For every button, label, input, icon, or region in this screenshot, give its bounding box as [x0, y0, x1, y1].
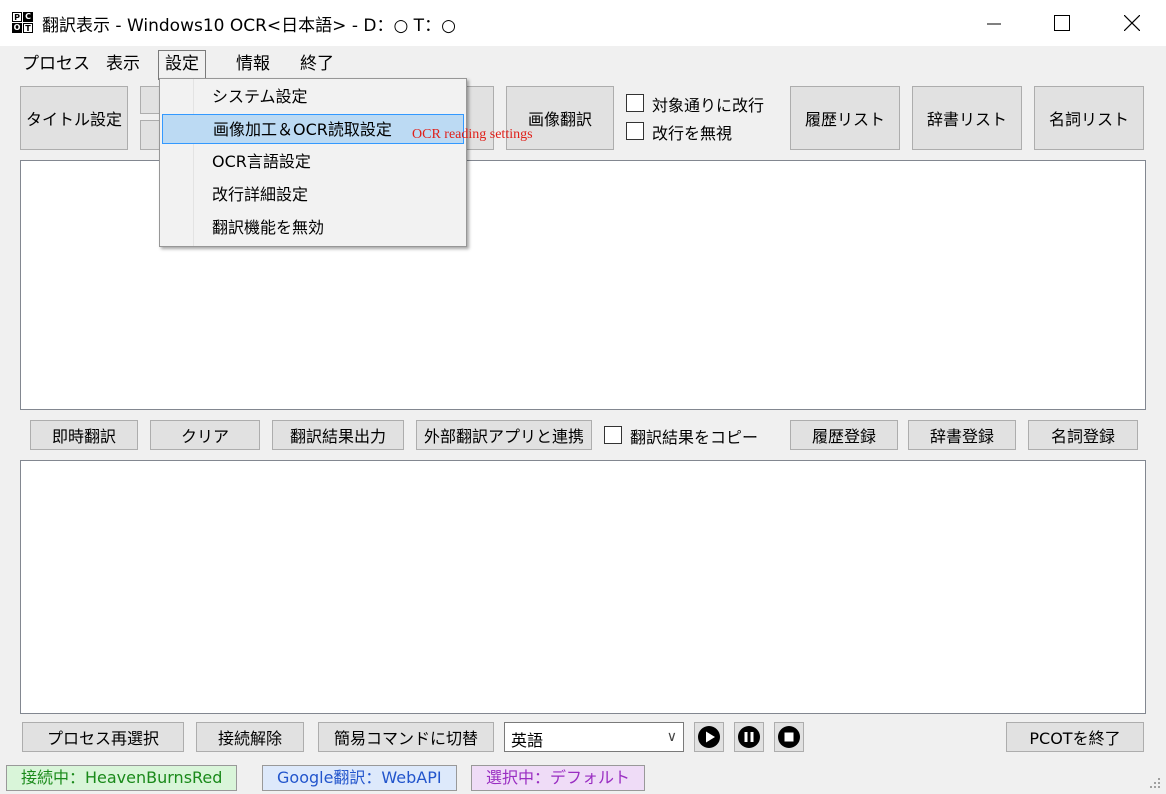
- menu-info[interactable]: 情報: [230, 52, 276, 78]
- ocr-settings-tooltip: OCR reading settings: [412, 127, 533, 142]
- reselect-process-button[interactable]: プロセス再選択: [22, 722, 184, 752]
- menu-settings[interactable]: 設定: [158, 50, 206, 80]
- maximize-icon: [1054, 15, 1070, 31]
- title-settings-button[interactable]: タイトル設定: [20, 86, 128, 150]
- menu-bar: プロセス 表示 設定 情報 終了: [0, 46, 1166, 80]
- app-icon-letter-t: T: [23, 23, 33, 33]
- language-select-value: 英語: [511, 731, 544, 750]
- minimize-icon: [987, 23, 1001, 25]
- linebreak-as-target-label: 対象通りに改行: [652, 96, 765, 115]
- app-icon: P C O T: [12, 12, 34, 34]
- output-result-button[interactable]: 翻訳結果出力: [272, 420, 404, 450]
- noun-list-button[interactable]: 名詞リスト: [1034, 86, 1144, 150]
- register-noun-button[interactable]: 名詞登録: [1028, 420, 1138, 450]
- translation-result-area[interactable]: [20, 460, 1146, 714]
- chevron-down-icon: ∨: [666, 729, 677, 745]
- exit-pcot-button[interactable]: PCOTを終了: [1006, 722, 1144, 752]
- history-list-button[interactable]: 履歴リスト: [790, 86, 900, 150]
- status-translator: Google翻訳：WebAPI: [262, 765, 457, 791]
- pause-button[interactable]: [734, 722, 764, 752]
- pause-icon: [738, 726, 760, 748]
- app-icon-letter-c: C: [23, 12, 33, 22]
- close-icon: [1124, 15, 1140, 31]
- menu-item-system-settings[interactable]: システム設定: [162, 82, 464, 112]
- menu-item-disable-translation[interactable]: 翻訳機能を無効: [162, 213, 464, 243]
- register-history-button[interactable]: 履歴登録: [790, 420, 898, 450]
- minimize-button[interactable]: [960, 0, 1028, 46]
- app-icon-letter-o: O: [12, 23, 22, 33]
- title-bar: P C O T 翻訳表示 - Windows10 OCR<日本語> - D：○ …: [0, 0, 1166, 46]
- settings-dropdown-menu: システム設定 画像加工＆OCR読取設定 OCR言語設定 改行詳細設定 翻訳機能を…: [159, 78, 467, 247]
- play-icon: [698, 726, 720, 748]
- status-selection: 選択中：デフォルト: [471, 765, 646, 791]
- instant-translate-button[interactable]: 即時翻訳: [30, 420, 138, 450]
- disconnect-button[interactable]: 接続解除: [196, 722, 304, 752]
- menu-item-ocr-language-settings[interactable]: OCR言語設定: [162, 147, 464, 177]
- ignore-linebreak-label: 改行を無視: [652, 124, 733, 143]
- menu-exit[interactable]: 終了: [294, 52, 340, 78]
- ignore-linebreak-checkbox[interactable]: [626, 122, 644, 140]
- copy-result-checkbox[interactable]: [604, 426, 622, 444]
- menu-process[interactable]: プロセス: [16, 52, 96, 78]
- copy-result-label: 翻訳結果をコピー: [630, 428, 759, 447]
- menu-view[interactable]: 表示: [100, 52, 146, 78]
- status-connection: 接続中：HeavenBurnsRed: [6, 765, 238, 791]
- maximize-button[interactable]: [1028, 0, 1096, 46]
- stop-icon: [778, 726, 800, 748]
- simple-command-button[interactable]: 簡易コマンドに切替: [318, 722, 494, 752]
- external-app-button[interactable]: 外部翻訳アプリと連携: [416, 420, 592, 450]
- language-select[interactable]: 英語 ∨: [504, 722, 684, 752]
- register-dictionary-button[interactable]: 辞書登録: [908, 420, 1016, 450]
- resize-grip-icon[interactable]: [1146, 774, 1162, 790]
- menu-item-linebreak-settings[interactable]: 改行詳細設定: [162, 180, 464, 210]
- play-button[interactable]: [694, 722, 724, 752]
- close-button[interactable]: [1098, 0, 1166, 46]
- dictionary-list-button[interactable]: 辞書リスト: [912, 86, 1022, 150]
- window-title: 翻訳表示 - Windows10 OCR<日本語> - D：○ T：○: [42, 16, 456, 36]
- clear-button[interactable]: クリア: [150, 420, 260, 450]
- linebreak-as-target-checkbox[interactable]: [626, 94, 644, 112]
- app-icon-letter-p: P: [12, 12, 22, 22]
- stop-button[interactable]: [774, 722, 804, 752]
